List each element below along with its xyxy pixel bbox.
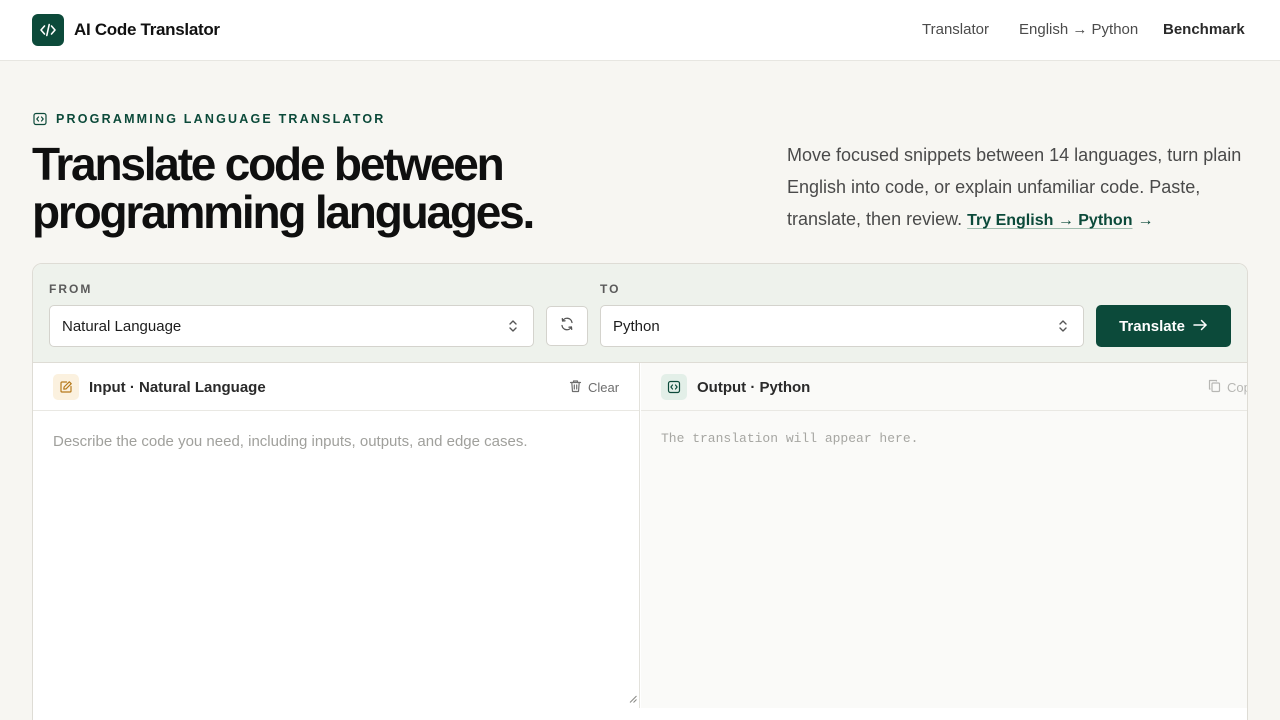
to-language-value: Python (613, 317, 660, 335)
try-english-python-link[interactable]: Try English → Python (967, 212, 1132, 229)
resize-handle-icon[interactable] (629, 690, 637, 708)
to-language-select[interactable]: Python (600, 305, 1084, 347)
nav-translator[interactable]: Translator (922, 21, 989, 38)
input-pane-header: Input · Natural Language Clear (33, 363, 639, 411)
to-label: TO (600, 282, 621, 296)
arrow-right-icon: → (1137, 212, 1154, 229)
top-bar: AI Code Translator Translator English → … (0, 0, 1280, 61)
page-title: Translate code between programming langu… (32, 138, 535, 238)
pencil-icon (53, 374, 79, 400)
copy-button-label: Copy (1227, 380, 1247, 395)
input-pane: Input · Natural Language Clear (33, 363, 640, 708)
from-language-select[interactable]: Natural Language (49, 305, 534, 347)
translate-button[interactable]: Translate (1096, 305, 1231, 347)
copy-icon (1208, 379, 1221, 396)
trash-icon (569, 379, 582, 396)
nav-benchmark[interactable]: Benchmark (1163, 21, 1245, 38)
arrow-right-icon (1193, 318, 1208, 335)
code-logo-icon[interactable] (32, 14, 64, 46)
translator-panel: FROM Natural Language TO Python Translat… (32, 263, 1248, 720)
clear-button-label: Clear (588, 380, 620, 395)
translate-button-label: Translate (1119, 317, 1185, 335)
output-pane-header: Output · Python Copy (641, 363, 1247, 411)
language-controls: FROM Natural Language TO Python Translat… (33, 264, 1247, 363)
code-square-icon (33, 112, 47, 131)
swap-languages-button[interactable] (546, 306, 588, 346)
nav-english-python[interactable]: English → Python (1019, 21, 1138, 38)
app-title[interactable]: AI Code Translator (74, 20, 220, 40)
copy-button[interactable]: Copy (1208, 379, 1247, 396)
from-language-value: Natural Language (62, 317, 182, 335)
code-icon (661, 374, 687, 400)
translation-output: The translation will appear here. (661, 431, 919, 446)
input-pane-title: Input · Natural Language (89, 379, 266, 396)
hero-eyebrow: PROGRAMMING LANGUAGE TRANSLATOR (56, 112, 386, 126)
source-input[interactable] (33, 411, 640, 703)
clear-button[interactable]: Clear (569, 379, 619, 396)
chevron-up-down-icon (1057, 318, 1069, 338)
output-pane-title: Output · Python (697, 379, 811, 396)
swap-icon (559, 316, 575, 337)
output-pane: Output · Python Copy The translation wil… (641, 363, 1247, 708)
from-label: FROM (49, 282, 93, 296)
chevron-up-down-icon (507, 318, 519, 338)
hero-description: Move focused snippets between 14 languag… (787, 139, 1257, 237)
